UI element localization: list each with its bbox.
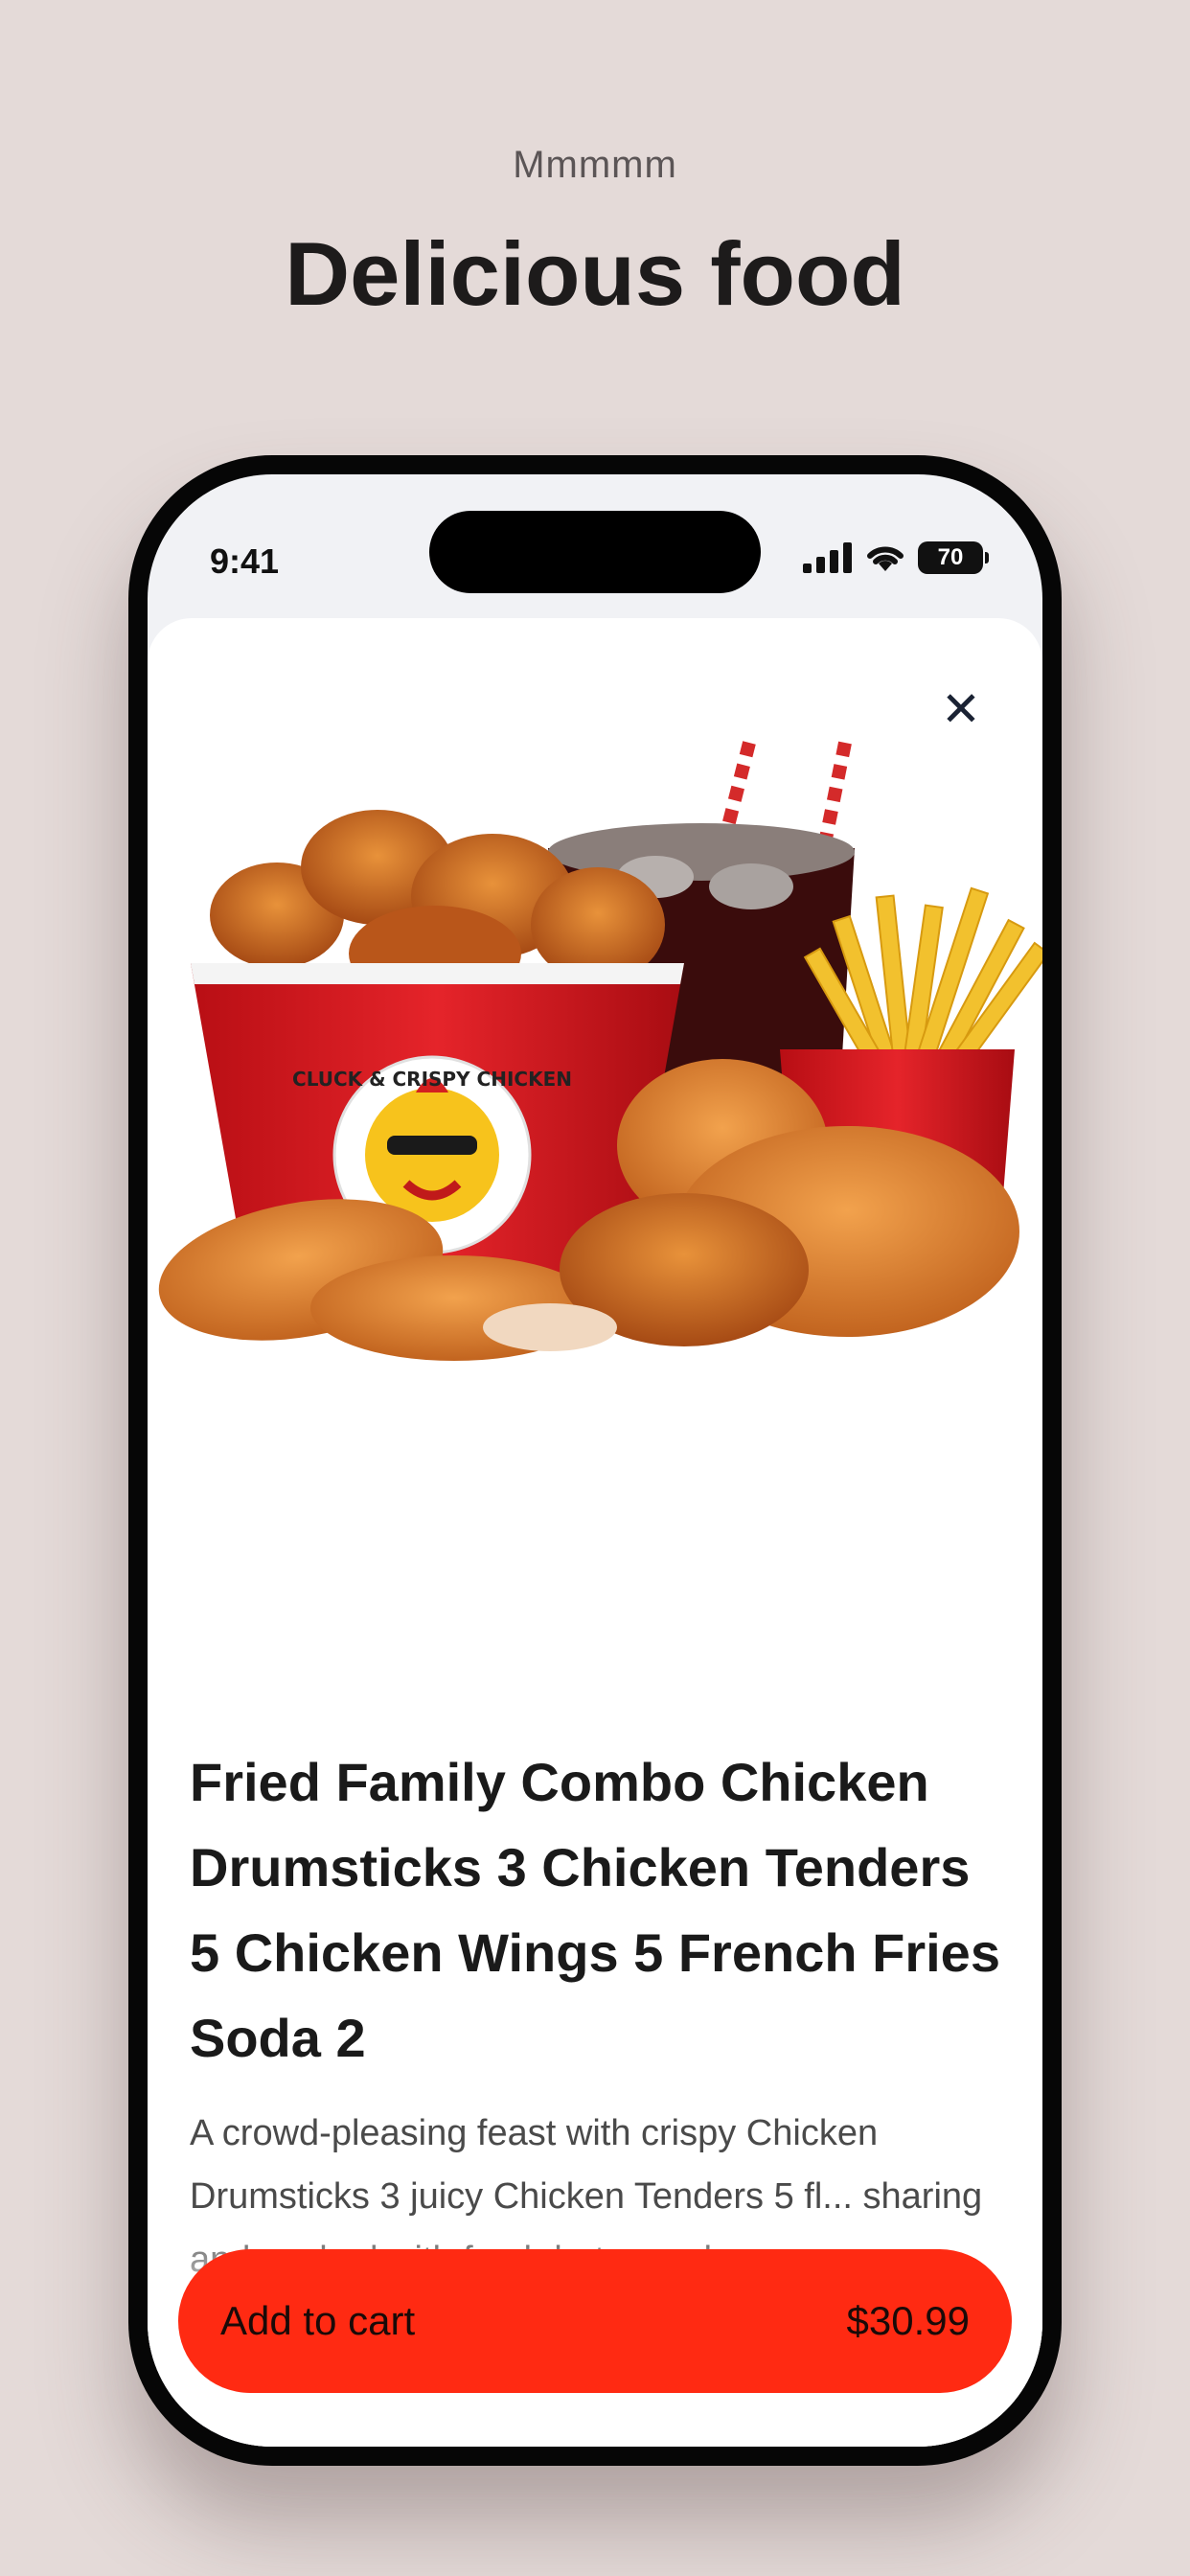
phone-frame: 9:41 70 ✕ CLUCK & CRISPY CHICKEN Fried F… bbox=[128, 455, 1062, 2466]
product-title: Fried Family Combo Chicken Drumsticks 3 … bbox=[190, 1752, 1000, 2068]
phone-screen: 9:41 70 ✕ CLUCK & CRISPY CHICKEN Fried F… bbox=[148, 474, 1042, 2447]
cart-price: $30.99 bbox=[846, 2298, 970, 2343]
bucket-logo-text: CLUCK & CRISPY CHICKEN bbox=[292, 1068, 572, 1091]
dynamic-island bbox=[429, 511, 761, 593]
close-icon[interactable]: ✕ bbox=[937, 685, 985, 733]
status-time: 9:41 bbox=[210, 541, 280, 581]
cellular-signal-icon bbox=[803, 542, 852, 573]
wifi-icon bbox=[867, 546, 904, 571]
eyebrow-text: Mmmmm bbox=[513, 144, 677, 186]
page-headline: Delicious food bbox=[285, 223, 905, 324]
status-icons: 70 bbox=[803, 541, 989, 574]
product-sheet: ✕ CLUCK & CRISPY CHICKEN Fried Family Co… bbox=[148, 618, 1042, 2447]
battery-level: 70 bbox=[937, 544, 964, 570]
product-image: CLUCK & CRISPY CHICKEN bbox=[158, 741, 1042, 1361]
add-to-cart-label: Add to cart bbox=[220, 2298, 416, 2343]
battery-icon: 70 bbox=[918, 541, 989, 574]
add-to-cart-button[interactable]: Add to cart $30.99 bbox=[178, 2249, 1012, 2393]
